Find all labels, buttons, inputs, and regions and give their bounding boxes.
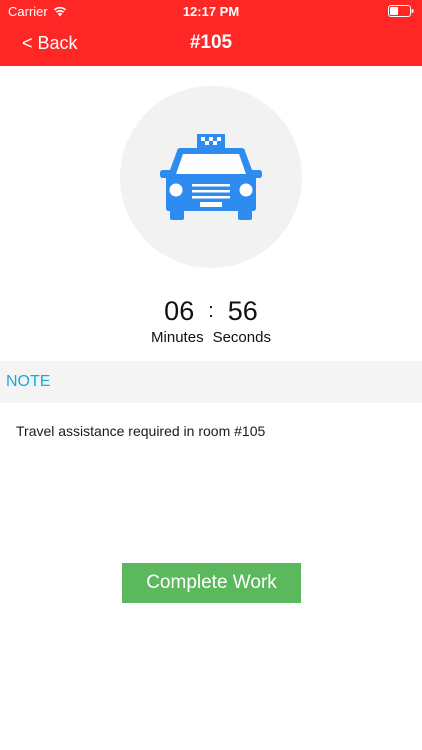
note-section-header: NOTE [0,361,422,403]
note-heading: NOTE [6,373,51,390]
service-icon-badge [120,86,302,268]
battery-icon [388,5,414,20]
timer-labels: Minutes Seconds [0,329,422,346]
status-bar: Carrier 12:17 PM [0,0,422,22]
header: Carrier 12:17 PM < Back #105 [0,0,422,66]
timer-separator: : [208,300,214,322]
note-text: Travel assistance required in room #105 [16,423,266,439]
elapsed-timer: 06 : 56 Minutes Seconds [0,296,422,346]
complete-work-button[interactable]: Complete Work [122,563,301,603]
timer-minutes: 06 [164,296,195,326]
timer-values: 06 : 56 [0,296,422,327]
seconds-label: Seconds [212,329,271,346]
timer-seconds: 56 [227,296,258,326]
page-title: #105 [189,32,233,53]
request-detail-screen: Carrier 12:17 PM < Back #105 06: 56 Min… [0,0,422,750]
taxi-icon [160,134,262,220]
nav-bar: < Back #105 [0,22,422,66]
status-time: 12:17 PM [182,4,240,19]
minutes-label: Minutes [151,329,204,346]
